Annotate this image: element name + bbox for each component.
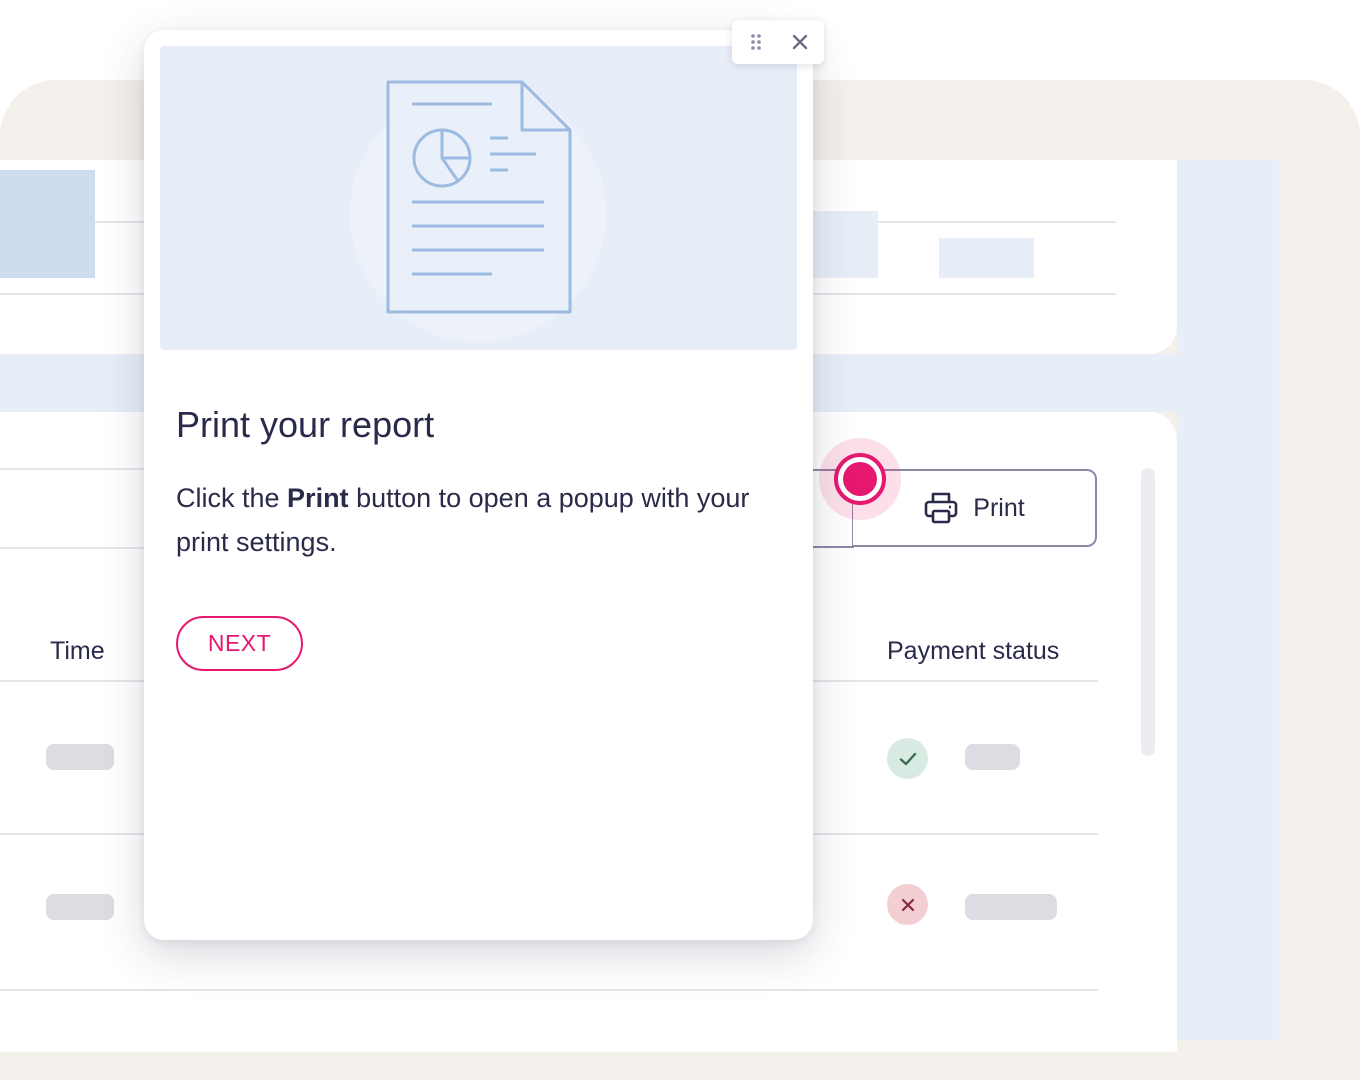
print-button-label: Print bbox=[973, 493, 1025, 522]
column-header-payment-status[interactable]: Payment status bbox=[887, 637, 1059, 666]
hotspot-dot bbox=[843, 462, 877, 496]
button-group-border bbox=[812, 546, 854, 548]
x-icon bbox=[901, 898, 914, 911]
status-badge bbox=[887, 738, 928, 779]
toolbar-line bbox=[0, 468, 160, 470]
tour-popover: Print your report Click the Print button… bbox=[144, 30, 813, 940]
check-icon bbox=[899, 752, 916, 765]
drag-handle-icon[interactable] bbox=[746, 32, 766, 52]
status-cell-placeholder bbox=[965, 894, 1057, 920]
status-badge bbox=[887, 884, 928, 925]
popover-body-text: Click the bbox=[176, 483, 288, 513]
popover-title: Print your report bbox=[176, 404, 435, 445]
row-divider bbox=[0, 989, 1098, 991]
summary-line bbox=[800, 293, 1116, 295]
popover-body: Click the Print button to open a popup w… bbox=[176, 476, 776, 564]
popover-controls bbox=[732, 20, 824, 64]
printer-icon bbox=[924, 492, 958, 524]
summary-block bbox=[939, 238, 1034, 278]
summary-block-selected bbox=[0, 170, 95, 278]
report-document-icon bbox=[386, 80, 572, 314]
time-cell-placeholder bbox=[46, 744, 114, 770]
toolbar-line bbox=[0, 547, 160, 549]
popover-body-emphasis: Print bbox=[287, 483, 349, 513]
status-cell-placeholder bbox=[965, 744, 1020, 770]
column-header-time[interactable]: Time bbox=[50, 637, 105, 666]
side-panel bbox=[1177, 160, 1279, 1040]
summary-block bbox=[806, 211, 878, 278]
summary-line bbox=[0, 293, 155, 295]
hero-illustration bbox=[160, 46, 797, 350]
time-cell-placeholder bbox=[46, 894, 114, 920]
next-button[interactable]: NEXT bbox=[176, 616, 303, 671]
close-icon[interactable] bbox=[790, 32, 810, 52]
scrollbar[interactable] bbox=[1141, 468, 1155, 756]
